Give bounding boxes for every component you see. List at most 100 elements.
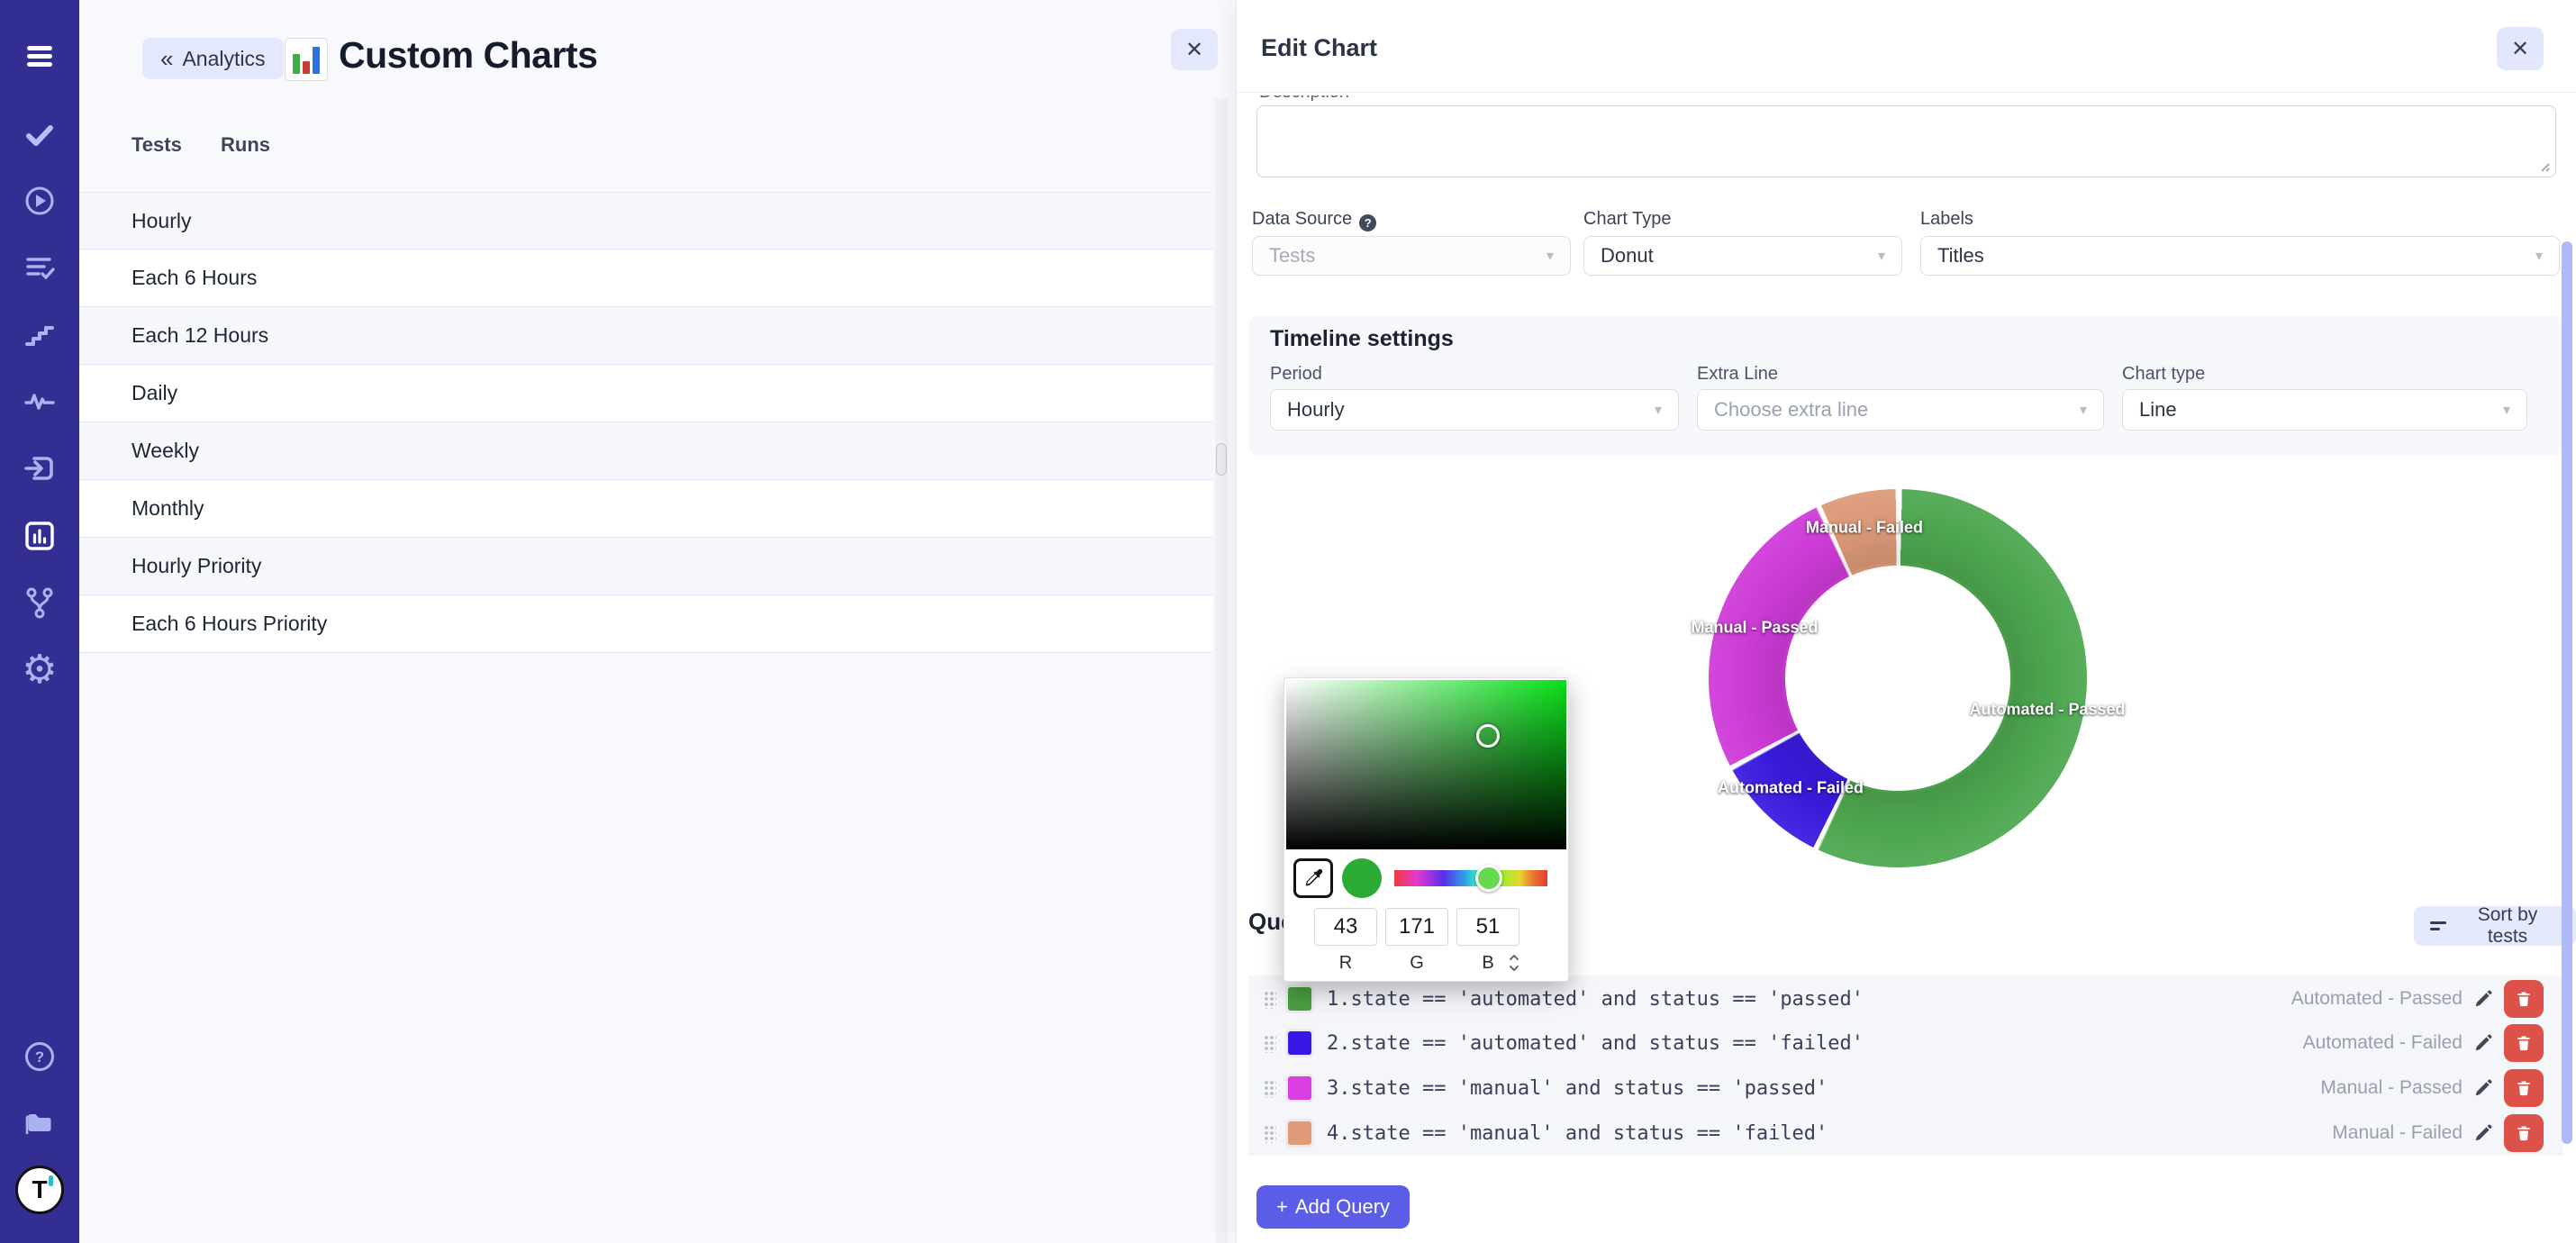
- list-item[interactable]: Each 6 Hours Priority: [79, 595, 1212, 653]
- query-color-swatch[interactable]: [1288, 1076, 1311, 1100]
- current-color-swatch: [1342, 858, 1382, 898]
- page-title: Custom Charts: [339, 34, 597, 77]
- list-item[interactable]: Each 6 Hours: [79, 250, 1212, 307]
- chevron-down-icon: ▾: [1547, 247, 1554, 265]
- add-query-button[interactable]: + Add Query: [1256, 1185, 1410, 1229]
- import-icon[interactable]: [0, 441, 79, 495]
- close-icon[interactable]: ✕: [1171, 29, 1218, 70]
- color-format-toggle-icon[interactable]: [1508, 952, 1520, 978]
- list-check-icon[interactable]: [0, 240, 79, 295]
- extra-line-select[interactable]: Choose extra line ▾: [1697, 389, 2104, 431]
- back-chevrons: «: [160, 47, 173, 70]
- menu-icon[interactable]: [0, 29, 79, 83]
- sort-by-tests-button[interactable]: Sort by tests: [2414, 906, 2576, 946]
- divider: [1236, 92, 2576, 93]
- query-color-swatch[interactable]: [1288, 1121, 1311, 1145]
- svg-text:?: ?: [35, 1048, 44, 1066]
- data-source-select[interactable]: Tests ▾: [1252, 236, 1571, 276]
- trash-icon: [2515, 990, 2533, 1008]
- chart-type-select[interactable]: Donut ▾: [1583, 236, 1902, 276]
- edit-pencil-icon[interactable]: [2473, 1033, 2493, 1053]
- analytics-back-button[interactable]: « Analytics: [142, 38, 284, 79]
- delete-query-button[interactable]: [2504, 1114, 2544, 1152]
- check-icon[interactable]: [0, 108, 79, 162]
- delete-query-button[interactable]: [2504, 1069, 2544, 1107]
- tab-tests[interactable]: Tests: [132, 133, 182, 157]
- saturation-area[interactable]: [1286, 680, 1566, 849]
- sort-label: Sort by tests: [2455, 904, 2560, 948]
- pulse-icon[interactable]: [0, 374, 79, 428]
- query-text[interactable]: 2.state == 'automated' and status == 'fa…: [1327, 1032, 1864, 1055]
- extra-line-label: Extra Line: [1697, 364, 1778, 385]
- drag-handle-icon[interactable]: [1263, 1079, 1276, 1098]
- query-label: Manual - Passed: [2320, 1077, 2463, 1099]
- green-label: G: [1385, 953, 1448, 974]
- list-item[interactable]: Each 12 Hours: [79, 307, 1212, 365]
- edit-pencil-icon[interactable]: [2473, 1123, 2493, 1143]
- folder-icon[interactable]: [0, 1097, 79, 1151]
- query-label: Automated - Failed: [2303, 1032, 2463, 1054]
- query-list: 1.state == 'automated' and status == 'pa…: [1248, 975, 2563, 1156]
- query-text[interactable]: 1.state == 'automated' and status == 'pa…: [1327, 988, 1864, 1011]
- list-item[interactable]: Hourly: [79, 192, 1212, 250]
- query-text[interactable]: 3.state == 'manual' and status == 'passe…: [1327, 1077, 1828, 1100]
- chart-description-textarea[interactable]: [1256, 105, 2556, 177]
- data-source-value: Tests: [1269, 244, 1315, 268]
- color-picker-popover: R G B: [1283, 677, 1569, 982]
- chevron-down-icon: ▾: [2535, 247, 2543, 265]
- period-label: Period: [1270, 364, 1322, 385]
- help-icon[interactable]: ?: [0, 1030, 79, 1084]
- steps-icon[interactable]: [0, 308, 79, 362]
- trash-icon: [2515, 1034, 2533, 1052]
- drag-handle-icon[interactable]: [1263, 1034, 1276, 1053]
- drag-handle-icon[interactable]: [1263, 990, 1276, 1009]
- edit-pencil-icon[interactable]: [2473, 989, 2493, 1009]
- back-label: Analytics: [182, 47, 265, 71]
- query-color-swatch[interactable]: [1288, 1031, 1311, 1055]
- timeline-chart-type-select[interactable]: Line ▾: [2122, 389, 2527, 431]
- delete-query-button[interactable]: [2504, 1024, 2544, 1062]
- query-text[interactable]: 4.state == 'manual' and status == 'faile…: [1327, 1122, 1828, 1145]
- chart-list: Hourly Each 6 Hours Each 12 Hours Daily …: [79, 192, 1212, 653]
- sort-icon: [2430, 918, 2446, 934]
- tab-runs[interactable]: Runs: [221, 133, 270, 157]
- period-select[interactable]: Hourly ▾: [1270, 389, 1679, 431]
- query-row: 2.state == 'automated' and status == 'fa…: [1248, 1021, 2563, 1066]
- query-color-swatch[interactable]: [1288, 987, 1311, 1011]
- delete-query-button[interactable]: [2504, 980, 2544, 1018]
- edit-pencil-icon[interactable]: [2473, 1078, 2493, 1098]
- blue-input[interactable]: [1456, 908, 1519, 946]
- green-input[interactable]: [1385, 908, 1448, 946]
- data-source-label: Data Source?: [1252, 209, 1376, 231]
- labels-select[interactable]: Titles ▾: [1920, 236, 2560, 276]
- query-label: Manual - Failed: [2332, 1122, 2463, 1144]
- trash-icon: [2515, 1079, 2533, 1097]
- saturation-cursor[interactable]: [1476, 724, 1500, 748]
- hue-slider-handle[interactable]: [1475, 865, 1502, 892]
- hue-slider[interactable]: [1394, 870, 1547, 886]
- chart-type-value: Donut: [1601, 244, 1654, 268]
- list-item[interactable]: Daily: [79, 365, 1212, 422]
- list-item[interactable]: Hourly Priority: [79, 538, 1212, 595]
- left-scrollbar-track[interactable]: [1215, 99, 1228, 1243]
- analytics-icon[interactable]: [0, 509, 79, 563]
- app-logo[interactable]: T: [0, 1163, 79, 1217]
- textarea-resize-grip[interactable]: [2536, 159, 2551, 173]
- gear-icon[interactable]: ⚙: [0, 643, 79, 697]
- timeline-settings-title: Timeline settings: [1270, 326, 1454, 352]
- timeline-chart-type-value: Line: [2139, 398, 2177, 422]
- help-icon[interactable]: ?: [1359, 214, 1376, 231]
- list-item[interactable]: Monthly: [79, 480, 1212, 538]
- eyedropper-button[interactable]: [1293, 858, 1333, 898]
- slice-label-manual-passed: Manual - Passed: [1691, 619, 1818, 638]
- play-circle-icon[interactable]: [0, 174, 79, 228]
- sidebar: ⚙ ? T: [0, 0, 79, 1243]
- panel-scrollbar-thumb[interactable]: [2562, 241, 2572, 1144]
- list-item[interactable]: Weekly: [79, 422, 1212, 480]
- drag-handle-icon[interactable]: [1263, 1124, 1276, 1143]
- close-icon[interactable]: ✕: [2497, 27, 2544, 70]
- left-scrollbar-thumb[interactable]: [1216, 443, 1227, 476]
- clipped-field-label: Description: [1259, 95, 1529, 104]
- red-input[interactable]: [1314, 908, 1377, 946]
- branch-icon[interactable]: [0, 576, 79, 630]
